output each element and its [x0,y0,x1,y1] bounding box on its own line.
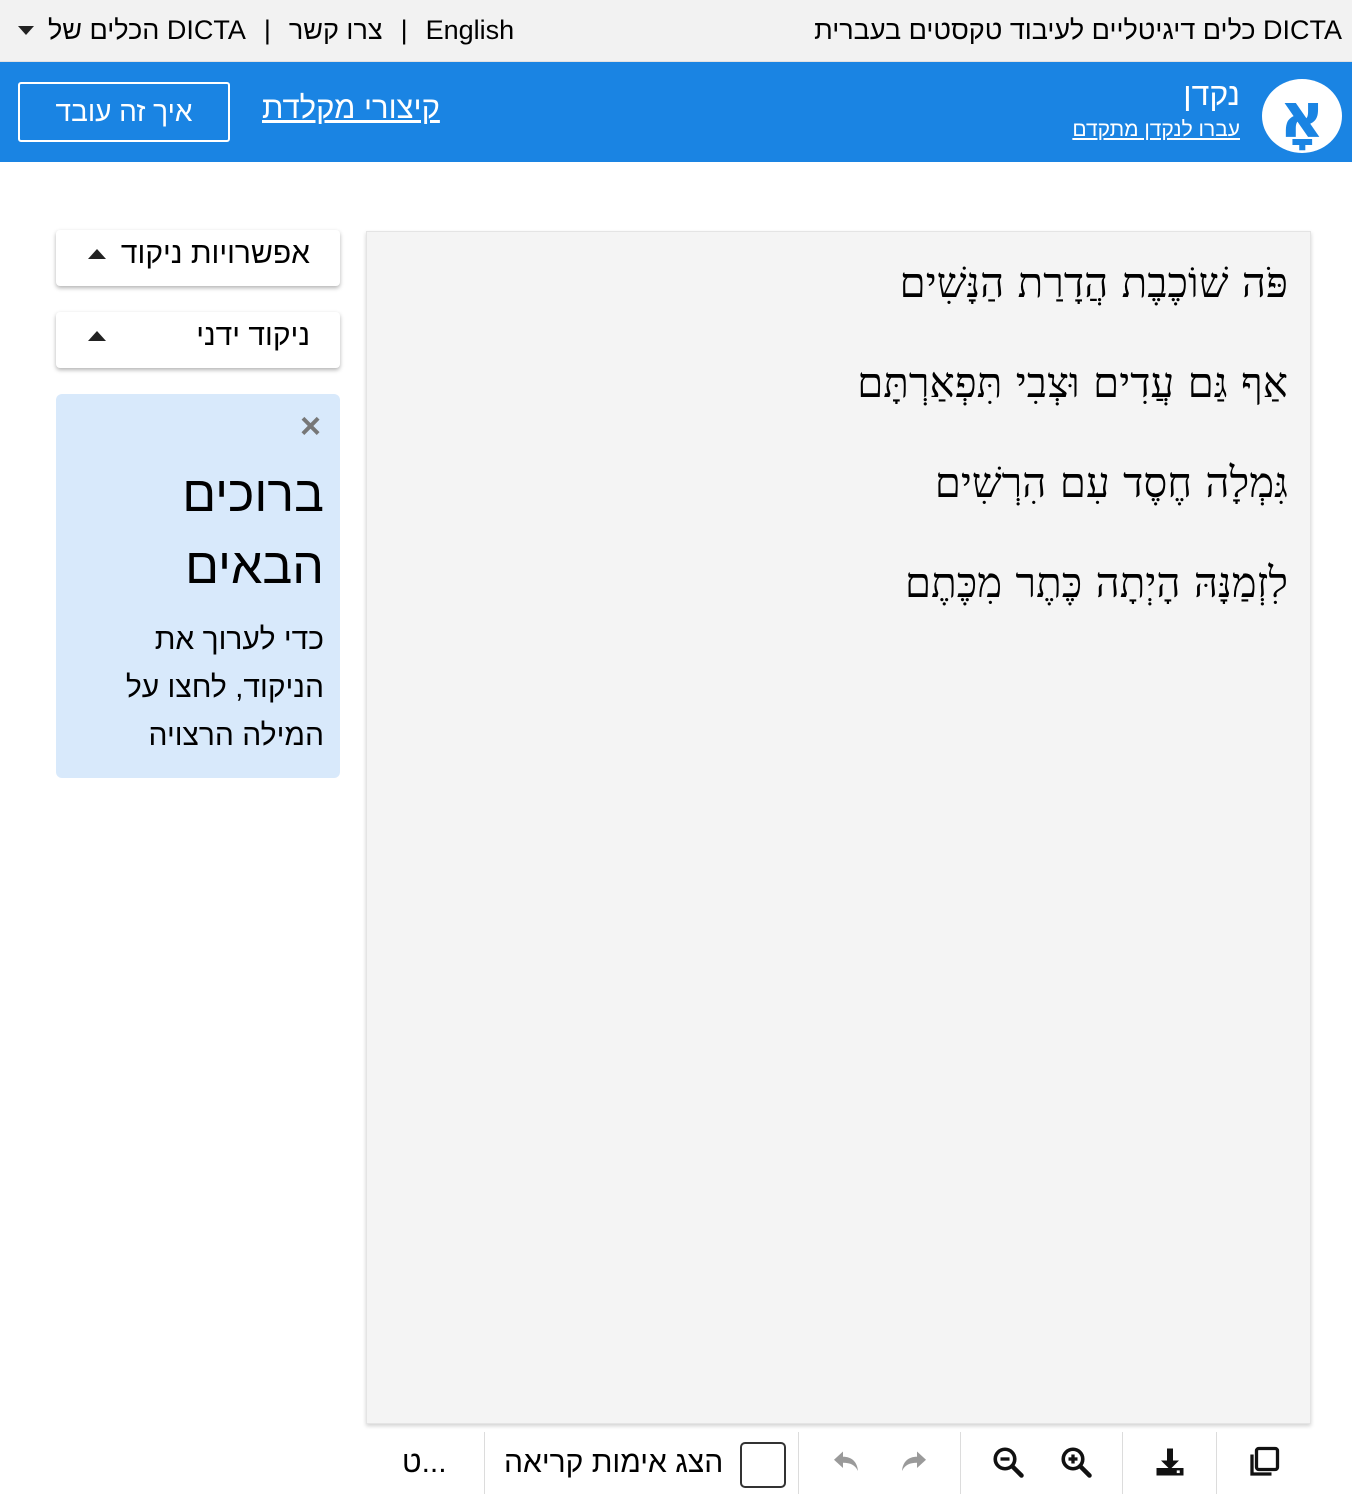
close-icon[interactable]: × [300,408,321,444]
text-line[interactable]: לִזְמַנָּהּ הָיְתָה כֶּתֶר מִכֶּתֶם [905,558,1288,608]
truncated-toolbar-item[interactable]: ט... [402,1446,447,1480]
download-icon[interactable] [1152,1444,1188,1480]
toolbar-divider [960,1432,961,1494]
advanced-nakdan-link[interactable]: עברו לנקדן מתקדם [1072,118,1240,142]
app-title: נקדן [1183,76,1240,112]
contact-link[interactable]: צרו קשר [289,15,383,46]
zoom-in-icon[interactable] [1058,1444,1094,1480]
welcome-instructions: כדי לערוך את הניקוד, לחצו על המילה הרצוי… [125,623,324,752]
undo-icon[interactable] [828,1444,864,1480]
welcome-title-line: הבאים [185,538,324,594]
nakdan-logo[interactable]: אָ [1262,79,1342,153]
english-link[interactable]: English [426,15,515,46]
copy-icon[interactable] [1246,1444,1282,1480]
zoom-out-icon[interactable] [990,1444,1026,1480]
show-reading-marks-label[interactable]: הצג אימות קריאה [504,1446,723,1480]
manual-vocalization-button[interactable]: ניקוד ידני [56,312,340,368]
dicta-tools-label: הכלים של DICTA [48,15,246,45]
separator: | [263,15,271,45]
show-reading-marks-checkbox[interactable] [740,1442,786,1488]
dicta-brand-text[interactable]: DICTA כלים דיגיטליים לעיבוד טקסטים בעברי… [814,15,1342,46]
editor-toolbar: ט... הצג אימות קריאה [366,1432,1311,1494]
vocalized-text-editor[interactable]: פֹּה שׁוֹכֶבֶת הֲדָרַת הַנָּשִׁים אַף גַ… [366,231,1311,1424]
dicta-tools-dropdown[interactable]: הכלים של DICTA [18,15,246,46]
chevron-down-icon [18,26,34,35]
toolbar-divider [1122,1432,1123,1494]
how-it-works-button[interactable]: איך זה עובד [18,82,230,142]
caret-up-icon [88,249,106,259]
toolbar-divider [798,1432,799,1494]
text-line[interactable]: גִּמְלָה חֶסֶד עִם הִרְשִׁים [935,458,1288,508]
welcome-title-line: ברוכים [182,466,324,522]
welcome-panel: × ברוכים הבאים כדי לערוך את הניקוד, לחצו… [56,394,340,778]
separator: | [400,15,408,45]
top-links: הכלים של DICTA | צרו קשר | English [18,15,514,46]
caret-up-icon [88,331,106,341]
vocalization-options-label: אפשרויות ניקוד [120,237,310,270]
top-bar: DICTA כלים דיגיטליים לעיבוד טקסטים בעברי… [0,0,1352,62]
welcome-title: ברוכים הבאים [104,458,324,602]
manual-vocalization-label: ניקוד ידני [196,319,310,352]
text-line[interactable]: פֹּה שׁוֹכֶבֶת הֲדָרַת הַנָּשִׁים [900,258,1288,308]
toolbar-divider [1216,1432,1217,1494]
keyboard-shortcuts-link[interactable]: קיצורי מקלדת [262,90,440,126]
vocalization-options-button[interactable]: אפשרויות ניקוד [56,230,340,286]
app-header: אָ נקדן עברו לנקדן מתקדם קיצורי מקלדת אי… [0,62,1352,162]
toolbar-divider [484,1432,485,1494]
text-line[interactable]: אַף גַּם עֲדִים וּצְבִי תִּפְאַרְתָּם [857,358,1288,408]
redo-icon[interactable] [896,1444,932,1480]
